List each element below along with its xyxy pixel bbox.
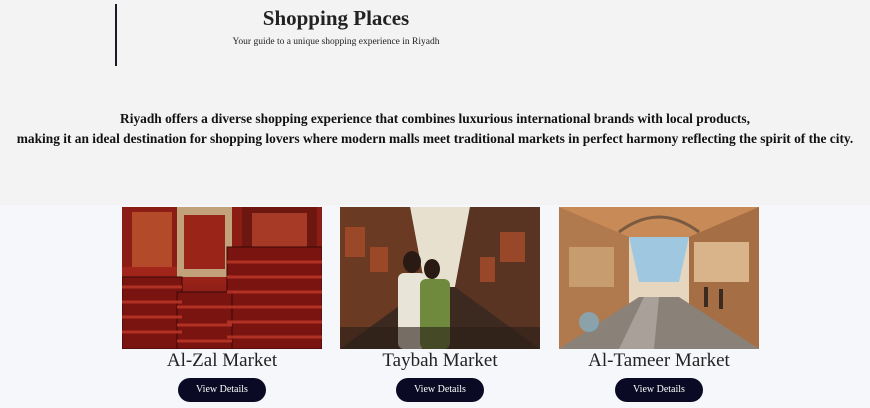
market-card-al-zal: Al-Zal Market View Details	[122, 207, 322, 402]
market-name: Taybah Market	[382, 350, 498, 371]
view-details-button[interactable]: View Details	[396, 378, 484, 402]
market-card-taybah: Taybah Market View Details	[340, 207, 540, 402]
page-title: Shopping Places	[262, 6, 410, 30]
taybah-market-image	[340, 207, 540, 349]
vertical-divider	[115, 4, 117, 66]
market-card-al-tameer: Al-Tameer Market View Details	[559, 207, 759, 402]
carpets-illustration	[122, 207, 322, 349]
market-name: Al-Tameer Market	[588, 350, 730, 371]
header-section: Shopping Places Your guide to a unique s…	[0, 0, 870, 205]
alley-illustration	[340, 207, 540, 349]
intro-line-1: Riyadh offers a diverse shopping experie…	[120, 111, 750, 126]
page-subtitle: Your guide to a unique shopping experien…	[232, 37, 440, 47]
view-details-button[interactable]: View Details	[178, 378, 266, 402]
market-name: Al-Zal Market	[166, 350, 278, 371]
market-cards: Al-Zal Market View Details Taybah Market…	[0, 205, 870, 408]
al-tameer-market-image	[559, 207, 759, 349]
intro-text: Riyadh offers a diverse shopping experie…	[0, 109, 870, 149]
view-details-button[interactable]: View Details	[615, 378, 703, 402]
intro-line-2: making it an ideal destination for shopp…	[16, 131, 854, 146]
street-illustration	[559, 207, 759, 349]
al-zal-market-image	[122, 207, 322, 349]
